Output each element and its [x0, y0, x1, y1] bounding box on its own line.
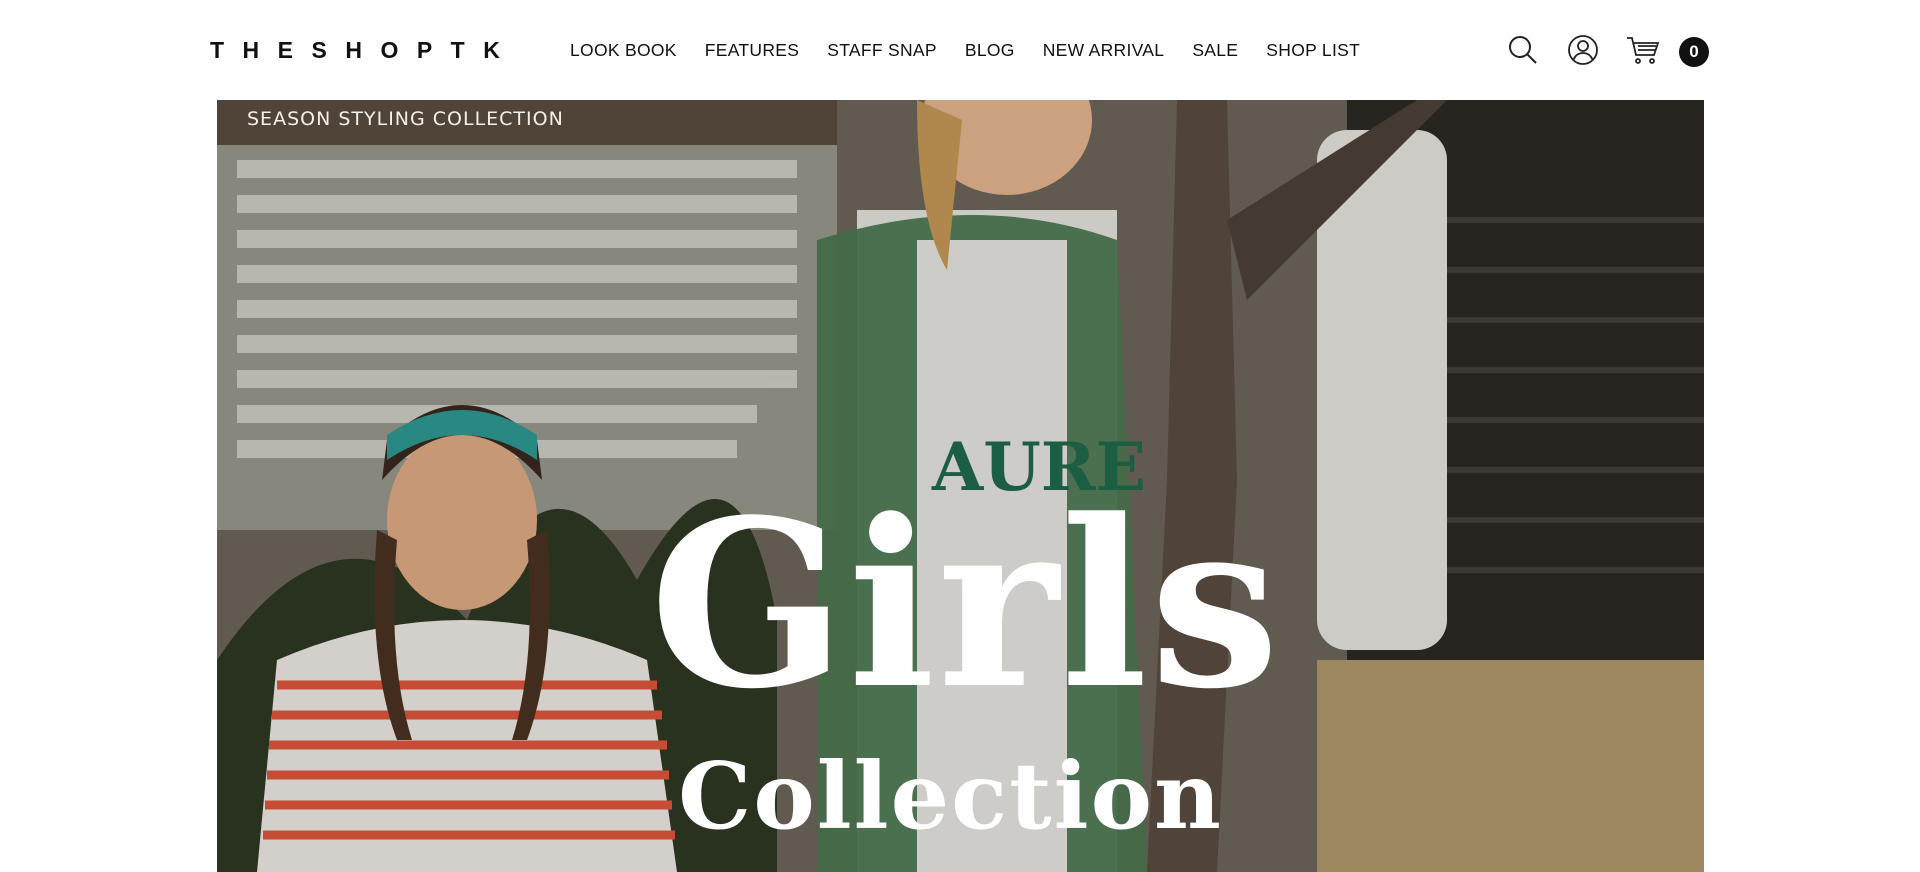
- nav-features[interactable]: FEATURES: [705, 40, 799, 61]
- cart-icon[interactable]: [1625, 32, 1661, 68]
- nav-shop-list[interactable]: SHOP LIST: [1266, 40, 1360, 61]
- hero-title: Girls: [649, 470, 1282, 740]
- nav-sale[interactable]: SALE: [1192, 40, 1238, 61]
- nav-new-arrival[interactable]: NEW ARRIVAL: [1043, 40, 1165, 61]
- account-icon[interactable]: [1565, 32, 1601, 68]
- site-logo[interactable]: THESHOPTK: [210, 37, 518, 64]
- nav-blog[interactable]: BLOG: [965, 40, 1015, 61]
- search-icon[interactable]: [1505, 32, 1541, 68]
- nav-staff-snap[interactable]: STAFF SNAP: [827, 40, 937, 61]
- hero-eyebrow: SEASON STYLING COLLECTION: [247, 108, 564, 130]
- site-header: THESHOPTK LOOK BOOK FEATURES STAFF SNAP …: [0, 0, 1920, 100]
- nav-look-book[interactable]: LOOK BOOK: [570, 40, 677, 61]
- header-icons: 0: [1505, 32, 1709, 68]
- cart-count-badge[interactable]: 0: [1679, 36, 1709, 67]
- hero-subtitle: Collection: [678, 742, 1223, 850]
- hero-banner[interactable]: AURE SEASON STYLING COLLECTION Girls Col…: [217, 100, 1704, 872]
- main-nav: LOOK BOOK FEATURES STAFF SNAP BLOG NEW A…: [570, 40, 1388, 61]
